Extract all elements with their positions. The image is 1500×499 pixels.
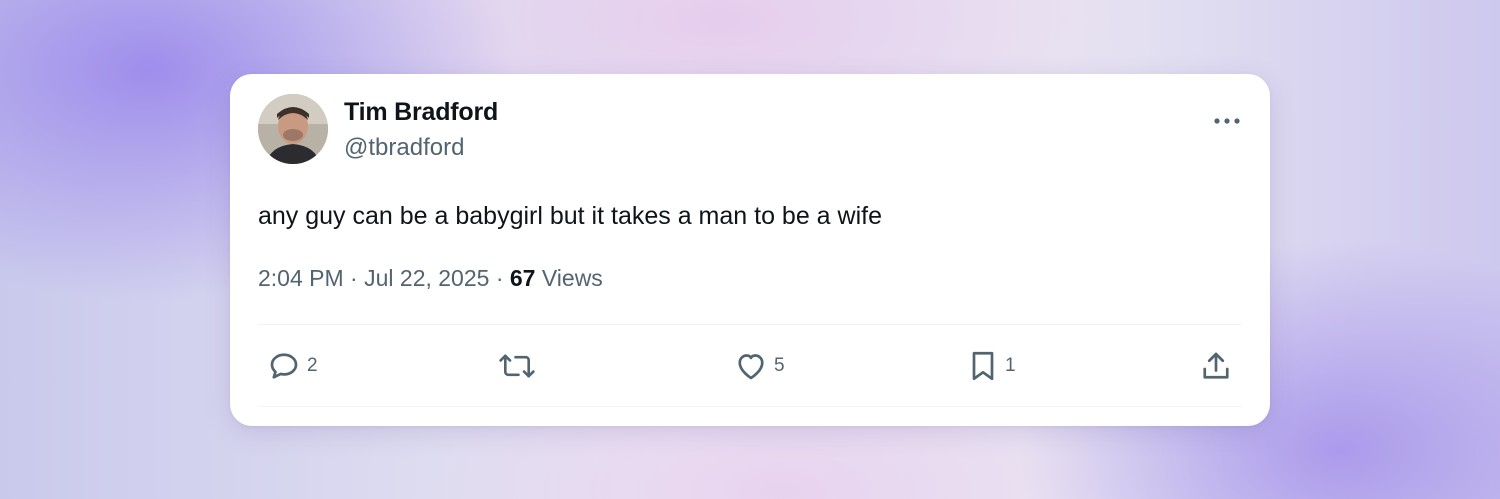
views-count: 67 <box>509 265 536 291</box>
author-avatar[interactable] <box>258 94 328 164</box>
more-options-button[interactable] <box>1210 104 1244 138</box>
tweet-time[interactable]: 2:04 PM <box>258 265 344 291</box>
bookmark-count: 1 <box>1005 355 1016 376</box>
avatar-photo-icon <box>258 94 328 164</box>
bookmark-button[interactable]: 1 <box>966 346 1016 386</box>
tweet-text: any guy can be a babygirl but it takes a… <box>258 202 882 230</box>
divider <box>258 324 1242 325</box>
meta-separator: · <box>350 265 358 291</box>
share-icon <box>1203 352 1229 379</box>
reply-icon <box>270 353 298 379</box>
bottom-divider <box>258 406 1242 407</box>
share-button[interactable] <box>1198 346 1239 386</box>
retweet-button[interactable] <box>498 346 541 386</box>
tweet-card: Tim Bradford @tbradford any guy can be a… <box>230 74 1270 426</box>
page-background: { "tweet": { "author": { "name": "Tim Br… <box>0 0 1500 499</box>
tweet-date[interactable]: Jul 22, 2025 <box>364 265 489 291</box>
reply-button[interactable]: 2 <box>266 346 318 386</box>
like-icon <box>738 354 764 380</box>
views-label: Views <box>541 265 603 291</box>
author-name[interactable]: Tim Bradford <box>344 98 498 127</box>
tweet-meta: 2:04 PM · Jul 22, 2025 · 67 Views <box>258 265 603 292</box>
retweet-icon <box>499 354 535 378</box>
meta-separator: · <box>495 265 504 291</box>
reply-count: 2 <box>307 355 318 376</box>
author-handle[interactable]: @tbradford <box>344 134 464 162</box>
action-bar: 2 5 1 <box>230 346 1270 386</box>
bookmark-icon <box>972 351 994 381</box>
more-options-icon <box>1214 118 1240 124</box>
like-count: 5 <box>774 355 785 376</box>
like-button[interactable]: 5 <box>733 346 785 386</box>
